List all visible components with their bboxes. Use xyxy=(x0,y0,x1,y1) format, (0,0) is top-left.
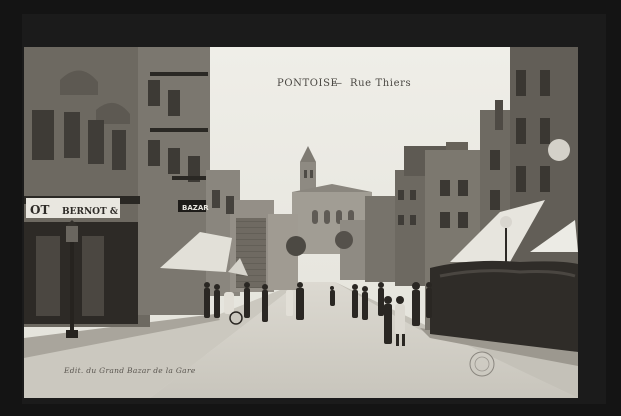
street-photograph: OT BERNOT & BAZAR xyxy=(0,0,621,416)
publisher-caption: Edit. du Grand Bazar de la Gare xyxy=(64,366,196,375)
bazar-sign-text: BAZAR xyxy=(182,204,209,212)
sign-left-text: OT xyxy=(30,203,49,217)
postcard: OT BERNOT & BAZAR PONTOISE — Rue Thiers … xyxy=(0,0,621,416)
street-lamp xyxy=(70,240,74,336)
sign-right-text: BERNOT & xyxy=(62,207,118,217)
